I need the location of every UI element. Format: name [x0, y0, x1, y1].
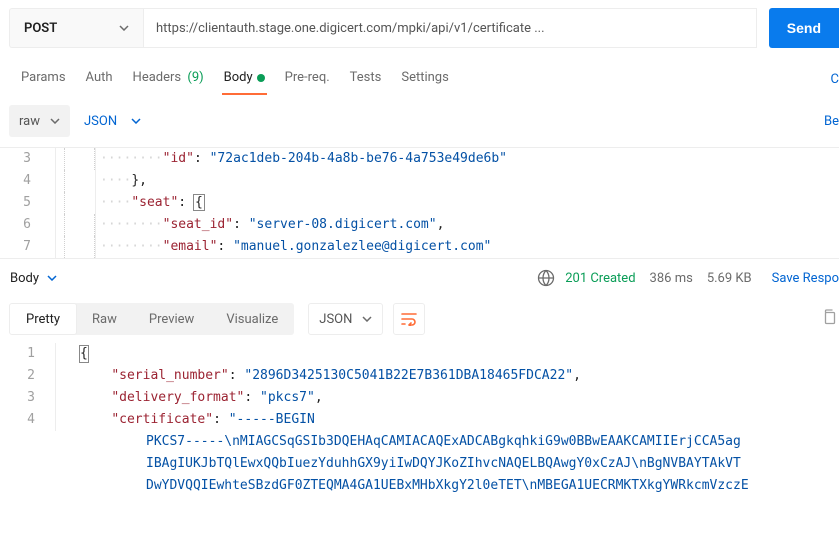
body-language-select[interactable]: JSON — [84, 114, 141, 129]
tab-body[interactable]: Body — [214, 64, 275, 95]
response-body-viewer[interactable]: 1 { 2 "serial_number": "2896D3425130C504… — [0, 343, 839, 497]
view-preview[interactable]: Preview — [133, 303, 210, 335]
response-status: 201 Created — [565, 271, 635, 286]
view-raw[interactable]: Raw — [76, 303, 133, 335]
http-method-value: POST — [24, 21, 57, 36]
wrap-lines-button[interactable] — [393, 303, 425, 335]
chevron-down-icon — [119, 25, 129, 31]
network-icon[interactable] — [537, 269, 555, 287]
unsaved-dot-icon — [257, 74, 265, 82]
request-body-editor[interactable]: 3 ········"id": "72ac1deb-204b-4a8b-be76… — [0, 148, 839, 259]
tab-auth[interactable]: Auth — [76, 64, 123, 95]
view-visualize[interactable]: Visualize — [210, 303, 294, 335]
chevron-down-icon — [50, 118, 60, 124]
chevron-down-icon — [362, 316, 372, 322]
tab-params[interactable]: Params — [11, 64, 76, 95]
request-tabs: Params Auth Headers (9) Body Pre-req. Te… — [0, 48, 839, 95]
chevron-down-icon — [47, 275, 57, 281]
response-size: 5.69 KB — [707, 271, 752, 286]
save-response-button[interactable]: Save Respo — [772, 271, 839, 286]
response-view-tabs: Pretty Raw Preview Visualize — [10, 303, 294, 335]
response-section-select[interactable]: Body — [10, 271, 57, 286]
send-button[interactable]: Send — [769, 8, 839, 48]
copy-icon[interactable] — [821, 308, 837, 330]
cookies-link[interactable]: C — [831, 72, 839, 87]
tab-tests[interactable]: Tests — [340, 64, 392, 95]
tab-prereq[interactable]: Pre-req. — [275, 64, 340, 95]
tab-settings[interactable]: Settings — [391, 64, 458, 95]
body-mode-select[interactable]: raw — [9, 105, 70, 137]
beautify-link[interactable]: Be — [824, 114, 839, 129]
response-language-select[interactable]: JSON — [308, 303, 383, 335]
view-pretty[interactable]: Pretty — [9, 303, 77, 335]
chevron-down-icon — [131, 118, 141, 124]
url-input[interactable]: https://clientauth.stage.one.digicert.co… — [143, 8, 757, 48]
http-method-select[interactable]: POST — [9, 8, 143, 48]
tab-headers[interactable]: Headers (9) — [123, 64, 214, 95]
response-time: 386 ms — [650, 271, 693, 286]
